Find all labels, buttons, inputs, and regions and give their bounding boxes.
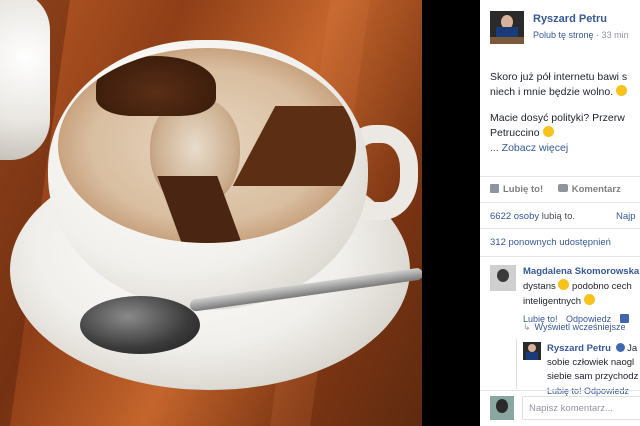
shares-link[interactable]: 312 ponownych udostępnień [490, 237, 611, 248]
post-actions: Lubię to! Komentarz [490, 184, 633, 195]
likes-summary: 6622 osoby lubią to. Najp [490, 211, 636, 222]
latte-hair [96, 56, 216, 116]
comment-text: inteligentnych [523, 296, 582, 307]
post-sidebar: Ryszard Petru Polub tę stronę · 33 min S… [480, 0, 640, 426]
page-name[interactable]: Ryszard Petru [533, 13, 607, 25]
divider [480, 176, 640, 177]
post-text-line: niech i mnie będzie wolno. [490, 86, 614, 98]
post-text: Skoro już pół internetu bawi s niech i m… [490, 70, 640, 167]
view-earlier-replies[interactable]: ↳ Wyświetl wcześniejsze [523, 322, 626, 333]
post-text-line: Skoro już pół internetu bawi s [490, 71, 628, 83]
view-earlier-label: Wyświetl wcześniejsze [534, 322, 626, 332]
post-text-line: Petruccino [490, 127, 540, 139]
comment-button-label: Komentarz [571, 184, 621, 195]
page-avatar[interactable] [490, 11, 524, 44]
reply-author[interactable]: Ryszard Petru [547, 343, 611, 354]
post-header: Ryszard Petru Polub tę stronę · 33 min [490, 11, 640, 47]
likes-suffix: lubią to. [541, 211, 576, 222]
like-page-link[interactable]: Polub tę stronę [533, 30, 594, 40]
comment-text: podobno cech [572, 281, 632, 292]
divider [480, 228, 640, 229]
reply-text: siebie sam przychodz [547, 371, 639, 382]
latte-art-portrait [58, 48, 356, 243]
divider [480, 202, 640, 203]
smile-emoji-icon [558, 279, 570, 290]
comment-button[interactable]: Komentarz [557, 184, 621, 195]
divider [480, 390, 640, 391]
smile-emoji-icon [542, 126, 554, 137]
smile-emoji-icon [583, 294, 595, 305]
post-time[interactable]: · 33 min [596, 30, 629, 40]
reply-text: Ja [627, 343, 638, 354]
see-more-link[interactable]: ... Zobacz więcej [490, 142, 568, 154]
reply-thread-line [516, 339, 517, 389]
reply-author-avatar[interactable] [523, 342, 541, 360]
comment-input[interactable]: Napisz komentarz... [522, 396, 640, 420]
comment-composer: Napisz komentarz... [490, 396, 640, 420]
likes-count-link[interactable]: 6622 osoby [490, 211, 539, 222]
post-meta: Polub tę stronę · 33 min [533, 30, 629, 40]
milk-jug [0, 0, 50, 160]
divider [480, 256, 640, 257]
reply-text: sobie człowiek naogl [547, 357, 635, 368]
thumbs-up-icon [490, 184, 499, 193]
latte-jacket [232, 106, 356, 186]
like-button[interactable]: Lubię to! [490, 184, 543, 195]
comment-text: dystans [523, 281, 556, 292]
comment-bubble-icon [557, 184, 568, 192]
spoon [80, 296, 200, 354]
like-button-label: Lubię to! [503, 184, 544, 195]
current-user-avatar [490, 396, 514, 420]
smile-emoji-icon [616, 85, 628, 96]
post-photo[interactable] [0, 0, 422, 426]
comment-author[interactable]: Magdalena Skomorowska [523, 266, 639, 277]
verified-badge-icon [615, 343, 625, 352]
reply-arrow-icon: ↳ [523, 322, 531, 332]
post-text-line: Macie dosyć polityki? Przerw [490, 112, 625, 124]
sort-comments-link[interactable]: Najp [616, 211, 636, 222]
lightbox-gap [422, 0, 480, 426]
commenter-avatar[interactable] [490, 265, 516, 291]
